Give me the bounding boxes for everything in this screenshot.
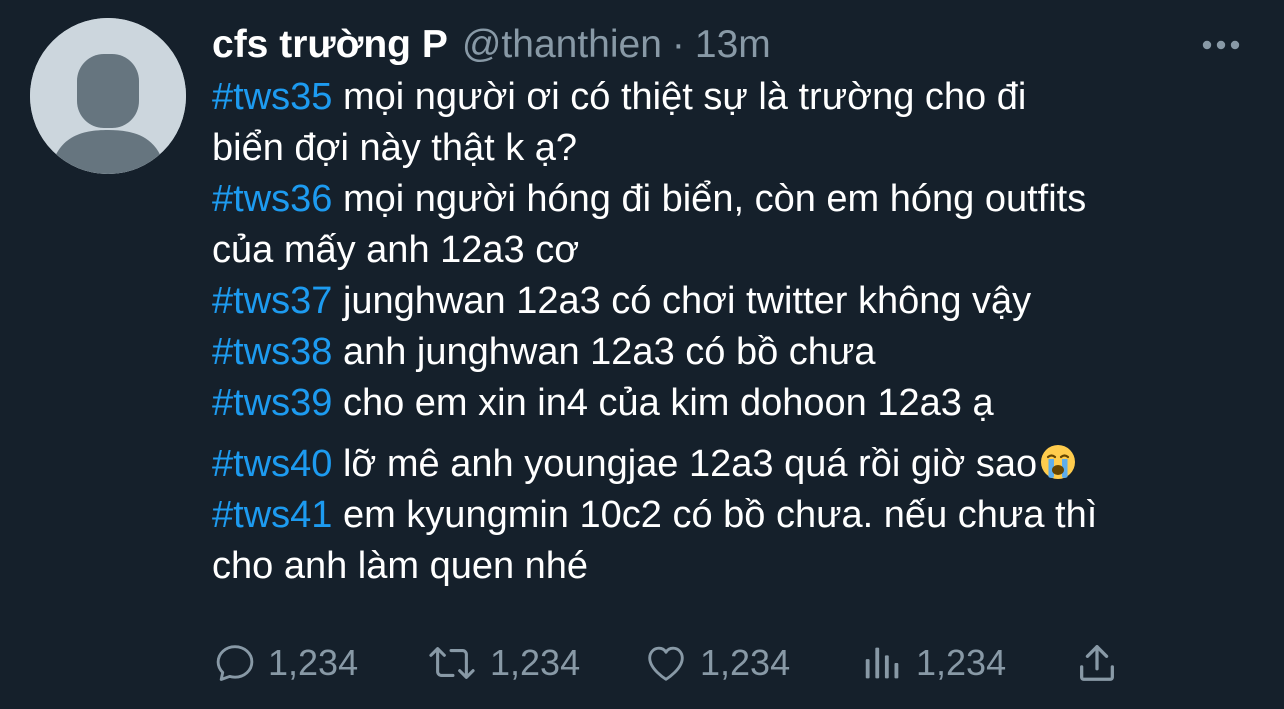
more-button[interactable] — [1198, 22, 1244, 68]
tweet-line-text: anh junghwan 12a3 có bồ chưa — [332, 331, 876, 373]
reply-count: 1,234 — [268, 642, 359, 683]
like-count: 1,234 — [700, 642, 791, 683]
tweet-line-text: biển đợi này thật k ạ? — [212, 127, 578, 169]
tweet-line: biển đợi này thật k ạ? — [212, 123, 1272, 174]
tweet-line-text: của mấy anh 12a3 cơ — [212, 229, 580, 271]
tweet-line-text: lỡ mê anh youngjae 12a3 quá rồi giờ sao — [332, 443, 1038, 485]
tweet-line: #tws35 mọi người ơi có thiệt sự là trườn… — [212, 72, 1272, 123]
author-handle[interactable]: @thanthien — [462, 22, 662, 68]
tweet-line: cho anh làm quen nhé — [212, 541, 1272, 592]
heart-icon — [648, 646, 684, 681]
tweet-line-text: cho em xin in4 của kim dohoon 12a3 ạ — [332, 382, 994, 424]
hashtag-link[interactable]: #tws36 — [212, 178, 332, 220]
hashtag-link[interactable]: #tws37 — [212, 280, 332, 322]
hashtag-link[interactable]: #tws35 — [212, 76, 332, 118]
views-count: 1,234 — [916, 642, 1007, 683]
tweet-actions: 1,234 1,234 1,234 1,234 — [212, 637, 1132, 689]
share-icon — [1080, 645, 1114, 681]
tweet-line: #tws38 anh junghwan 12a3 có bồ chưa — [212, 327, 1272, 378]
hashtag-link[interactable]: #tws41 — [212, 494, 332, 536]
hashtag-link[interactable]: #tws40 — [212, 443, 332, 485]
loudly-crying-face-emoji — [1039, 443, 1077, 481]
reply-icon — [216, 645, 254, 681]
share-button[interactable] — [1074, 637, 1120, 689]
more-icon — [1202, 40, 1240, 50]
tweet-line-text: junghwan 12a3 có chơi twitter không vậy — [332, 280, 1032, 322]
reply-button[interactable]: 1,234 — [212, 637, 358, 689]
avatar[interactable] — [30, 18, 186, 174]
default-profile-icon — [30, 18, 186, 174]
tweet-timestamp[interactable]: 13m — [695, 22, 771, 68]
author-display-name[interactable]: cfs trường P — [212, 22, 448, 68]
tweet-line-text: mọi người ơi có thiệt sự là trường cho đ… — [332, 76, 1027, 118]
views-button[interactable]: 1,234 — [860, 637, 1006, 689]
tweet-header: cfs trường P @thanthien · 13m — [212, 22, 771, 68]
tweet-line-text: em kyungmin 10c2 có bồ chưa. nếu chưa th… — [332, 494, 1098, 536]
tweet-line: #tws40 lỡ mê anh youngjae 12a3 quá rồi g… — [212, 439, 1272, 490]
like-button[interactable]: 1,234 — [642, 637, 790, 689]
tweet-line-text: mọi người hóng đi biển, còn em hóng outf… — [332, 178, 1087, 220]
hashtag-link[interactable]: #tws39 — [212, 382, 332, 424]
analytics-icon — [865, 647, 899, 679]
tweet-line: #tws36 mọi người hóng đi biển, còn em hó… — [212, 174, 1272, 225]
tweet-line: của mấy anh 12a3 cơ — [212, 225, 1272, 276]
retweet-icon — [429, 647, 475, 679]
tweet-line: #tws37 junghwan 12a3 có chơi twitter khô… — [212, 276, 1272, 327]
retweet-button[interactable]: 1,234 — [424, 637, 580, 689]
header-separator: · — [671, 23, 685, 66]
tweet-line-text: cho anh làm quen nhé — [212, 545, 589, 587]
tweet-line: #tws39 cho em xin in4 của kim dohoon 12a… — [212, 378, 1272, 429]
tweet-line: #tws41 em kyungmin 10c2 có bồ chưa. nếu … — [212, 490, 1272, 541]
hashtag-link[interactable]: #tws38 — [212, 331, 332, 373]
retweet-count: 1,234 — [490, 642, 581, 683]
tweet-text: #tws35 mọi người ơi có thiệt sự là trườn… — [212, 72, 1272, 592]
